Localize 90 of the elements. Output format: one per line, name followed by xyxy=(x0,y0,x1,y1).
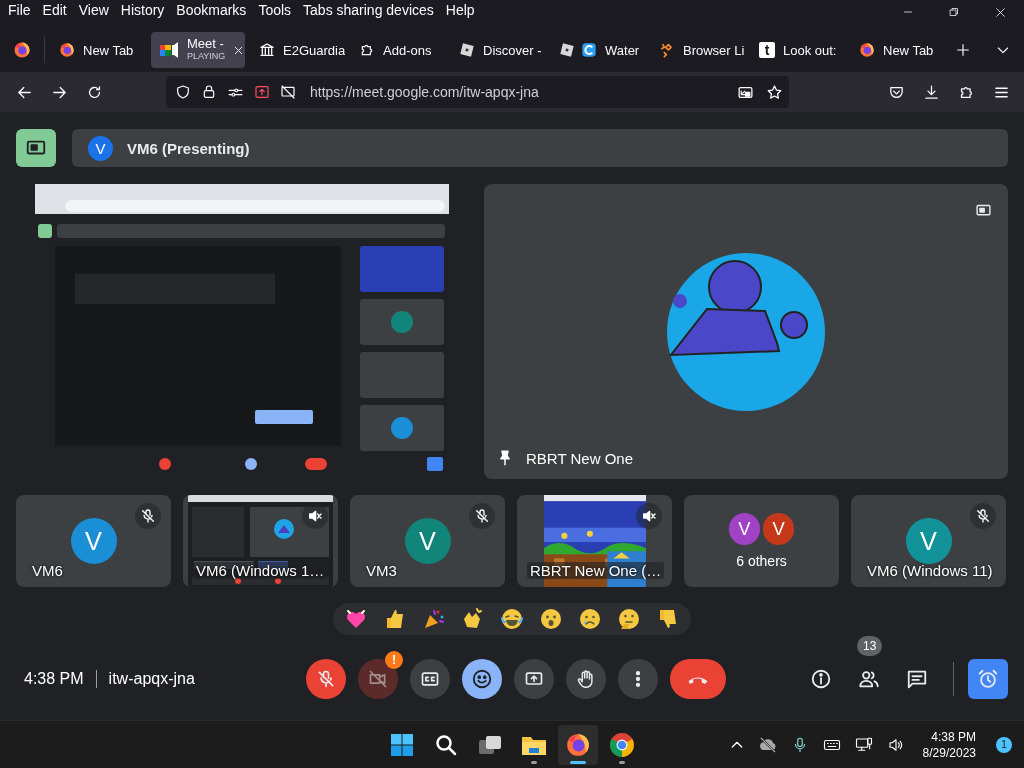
close-icon xyxy=(994,6,1007,19)
participant-name: VM3 xyxy=(366,562,397,579)
avatar-circle: V xyxy=(70,518,117,564)
clock-text[interactable]: 4:38 PM xyxy=(931,728,976,745)
reload-icon[interactable] xyxy=(86,83,103,101)
sad-face-icon[interactable] xyxy=(578,607,602,631)
participant-name: VM6 (Windows 11) xyxy=(867,562,993,579)
menu-item[interactable]: History xyxy=(114,2,171,19)
browser-tab[interactable]: E2Guardia xyxy=(251,32,345,68)
avatar-circle: V xyxy=(404,518,451,564)
screen-off-icon xyxy=(280,84,296,100)
menu-item[interactable]: File xyxy=(2,2,37,19)
browser-tab[interactable]: Browser Li xyxy=(651,32,745,68)
windows-logo-icon[interactable] xyxy=(390,732,414,757)
captions-icon xyxy=(420,669,440,689)
network-icon[interactable] xyxy=(854,735,873,754)
more-options-button[interactable] xyxy=(618,659,658,699)
leave-call-button[interactable] xyxy=(670,659,726,699)
reactions-button[interactable] xyxy=(462,659,502,699)
thinking-face-icon[interactable] xyxy=(617,607,641,631)
wheel-logo-icon[interactable] xyxy=(609,731,635,758)
mic-off-icon xyxy=(316,669,336,689)
clock-text: 4:38 PM xyxy=(24,670,84,688)
participant-name: RBRT New One xyxy=(526,449,633,467)
camera-button[interactable] xyxy=(358,659,398,699)
search-icon[interactable] xyxy=(434,732,458,757)
camera-logo-icon xyxy=(159,42,179,58)
notification-badge[interactable]: 1 xyxy=(996,736,1012,753)
browser-tab[interactable]: New Tab xyxy=(51,32,145,68)
puzzle-icon xyxy=(359,42,375,58)
smile-icon xyxy=(471,668,493,690)
wave-logo-icon xyxy=(581,42,597,58)
menu-item[interactable]: Tools xyxy=(252,2,298,19)
lock-icon xyxy=(201,84,217,100)
avatar-circle: V xyxy=(88,135,113,161)
fox-logo-icon xyxy=(859,42,875,58)
laughing-face-icon[interactable] xyxy=(500,607,524,631)
restore-icon xyxy=(948,6,960,18)
star-icon[interactable] xyxy=(766,83,783,101)
address-field[interactable]: https://meet.google.com/itw-apqx-jna xyxy=(166,76,789,108)
raise-hand-button[interactable] xyxy=(566,659,606,699)
chat-icon xyxy=(906,668,928,690)
info-icon xyxy=(810,668,832,690)
menu-item[interactable]: Bookmarks xyxy=(170,2,253,19)
fox-logo-icon xyxy=(59,42,75,58)
activities-button[interactable] xyxy=(968,659,1008,699)
fox-logo-icon xyxy=(13,41,31,59)
surprised-face-icon[interactable] xyxy=(539,607,563,631)
camera-off-icon xyxy=(368,669,388,689)
browser-tab[interactable]: Water xyxy=(551,32,645,68)
party-popper-icon[interactable] xyxy=(422,607,446,631)
cloud-off-icon[interactable] xyxy=(758,735,777,754)
heart-icon[interactable] xyxy=(344,607,368,631)
participant-name: RBRT New One (… xyxy=(527,562,665,579)
alert-badge: ! xyxy=(385,651,403,669)
shield-icon xyxy=(175,84,191,100)
menu-item[interactable]: Edit xyxy=(36,2,73,19)
letter-logo-icon: t xyxy=(759,42,775,58)
captions-button[interactable] xyxy=(410,659,450,699)
browser-tab[interactable]: t Look out: xyxy=(751,32,845,68)
participant-name: 6 others xyxy=(736,552,787,569)
participant-name: VM6 (Windows 1… xyxy=(193,562,328,579)
microphone-off-button[interactable] xyxy=(306,659,346,699)
browser-tab[interactable]: Discover - xyxy=(451,32,545,68)
phone-icon xyxy=(686,674,710,684)
new-tab-icon[interactable] xyxy=(955,42,971,58)
people-icon xyxy=(858,668,880,690)
browser-tab[interactable]: New Tab xyxy=(851,32,945,68)
close-icon[interactable] xyxy=(233,44,245,56)
download-icon[interactable] xyxy=(923,83,940,101)
meeting-code: itw-apqx-jna xyxy=(108,670,195,688)
fox-logo-icon[interactable] xyxy=(565,731,591,758)
date-text[interactable]: 8/29/2023 xyxy=(922,744,976,761)
avatar-circle: V xyxy=(728,513,760,545)
menu-item[interactable]: Help xyxy=(439,2,481,19)
alarm-icon xyxy=(977,668,999,690)
upload-icon xyxy=(254,84,270,100)
presenter-name: VM6 (Presenting) xyxy=(127,139,250,157)
browser-tab[interactable]: Add-ons xyxy=(351,32,445,68)
participant-count: 13 xyxy=(857,636,883,656)
building-icon xyxy=(259,42,275,58)
sparkle-icon xyxy=(659,42,675,58)
menu-item[interactable]: Tabs sharing devices xyxy=(297,2,440,19)
menu-item[interactable]: View xyxy=(72,2,115,19)
present-button[interactable] xyxy=(514,659,554,699)
avatar-circle: V xyxy=(905,518,952,564)
avatar-circle: V xyxy=(763,513,795,545)
url-text: https://meet.google.com/itw-apqx-jna xyxy=(310,84,539,100)
participant-name: VM6 xyxy=(32,562,63,579)
browser-tab[interactable]: Meet - PLAYING xyxy=(151,32,245,68)
